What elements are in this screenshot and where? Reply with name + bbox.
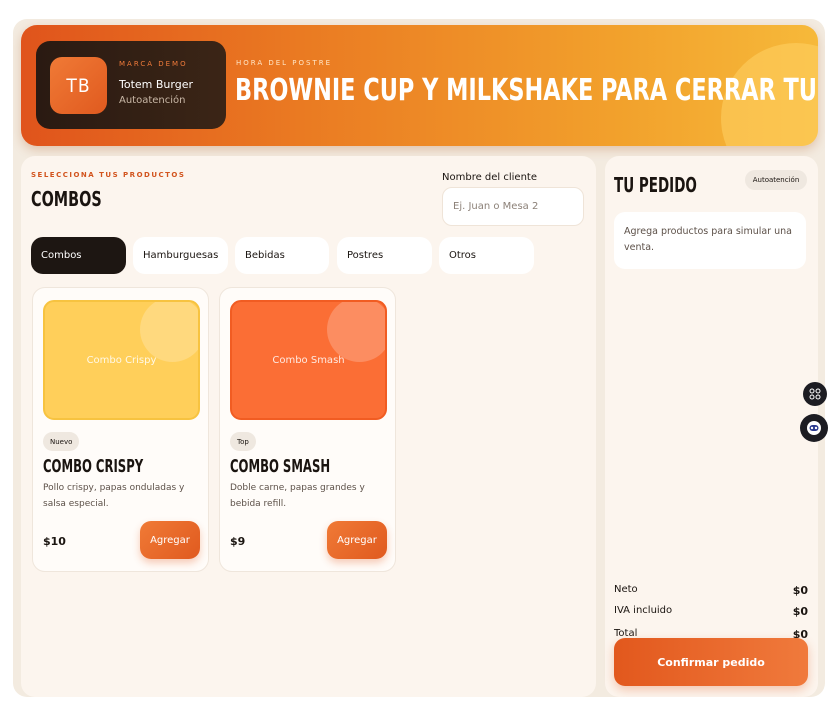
order-mode-badge: Autoatención (745, 170, 807, 190)
net-value: $0 (792, 584, 808, 597)
section-eyebrow: SELECCIONA TUS PRODUCTOS (31, 171, 186, 179)
client-name-input[interactable] (442, 187, 584, 226)
add-button[interactable]: Agregar (140, 521, 200, 559)
product-price: $10 (43, 535, 66, 548)
tab-postres[interactable]: Postres (337, 237, 432, 274)
product-image-label: Combo Smash (272, 354, 345, 366)
summary-net: Neto $0 (614, 584, 808, 597)
tab-hamburguesas[interactable]: Hamburguesas (133, 237, 228, 274)
product-badge: Nuevo (43, 432, 80, 451)
product-image-label: Combo Crispy (86, 354, 157, 366)
empty-order-message: Agrega productos para simular una venta. (614, 212, 806, 269)
product-name: COMBO CRISPY (43, 456, 144, 477)
app-frame: TB MARCA DEMO Totem Burger Autoatención … (13, 19, 825, 697)
product-card-combo-crispy: Combo Crispy Nuevo COMBO CRISPY Pollo cr… (32, 287, 209, 572)
brand-subtitle: Autoatención (119, 95, 186, 106)
products-panel: SELECCIONA TUS PRODUCTOS COMBOS Nombre d… (21, 156, 596, 697)
tab-combos[interactable]: Combos (31, 237, 126, 274)
net-label: Neto (614, 584, 638, 595)
iva-label: IVA incluido (614, 605, 673, 616)
client-name-label: Nombre del cliente (442, 172, 537, 183)
order-title: TU PEDIDO (614, 173, 697, 197)
product-card-combo-smash: Combo Smash Top COMBO SMASH Doble carne,… (219, 287, 396, 572)
brand-name: Totem Burger (119, 78, 193, 91)
brand-logo: TB (50, 57, 107, 114)
assistant-bot-icon[interactable] (800, 414, 828, 442)
brand-card: TB MARCA DEMO Totem Burger Autoatención (36, 41, 226, 129)
add-button[interactable]: Agregar (327, 521, 387, 559)
product-description: Doble carne, papas grandes y bebida refi… (230, 483, 365, 509)
summary-iva: IVA incluido $0 (614, 605, 808, 618)
product-image: Combo Crispy (43, 300, 200, 420)
product-price: $9 (230, 535, 246, 548)
iva-value: $0 (792, 605, 808, 618)
tab-otros[interactable]: Otros (439, 237, 534, 274)
promo-banner: TB MARCA DEMO Totem Burger Autoatención … (21, 25, 818, 146)
confirm-order-button[interactable]: Confirmar pedido (614, 638, 808, 686)
product-description: Pollo crispy, papas onduladas y salsa es… (43, 483, 185, 509)
brand-eyebrow: MARCA DEMO (119, 60, 188, 68)
grid-menu-icon[interactable] (803, 382, 827, 406)
section-title: COMBOS (31, 187, 102, 211)
product-badge: Top (230, 432, 256, 451)
promo-eyebrow: HORA DEL POSTRE (236, 59, 333, 67)
product-image: Combo Smash (230, 300, 387, 420)
promo-title: BROWNIE CUP Y MILKSHAKE PARA CERRAR TU P… (235, 73, 818, 108)
tab-bebidas[interactable]: Bebidas (235, 237, 329, 274)
order-panel: TU PEDIDO Autoatención Agrega productos … (605, 156, 818, 697)
product-name: COMBO SMASH (230, 456, 331, 477)
